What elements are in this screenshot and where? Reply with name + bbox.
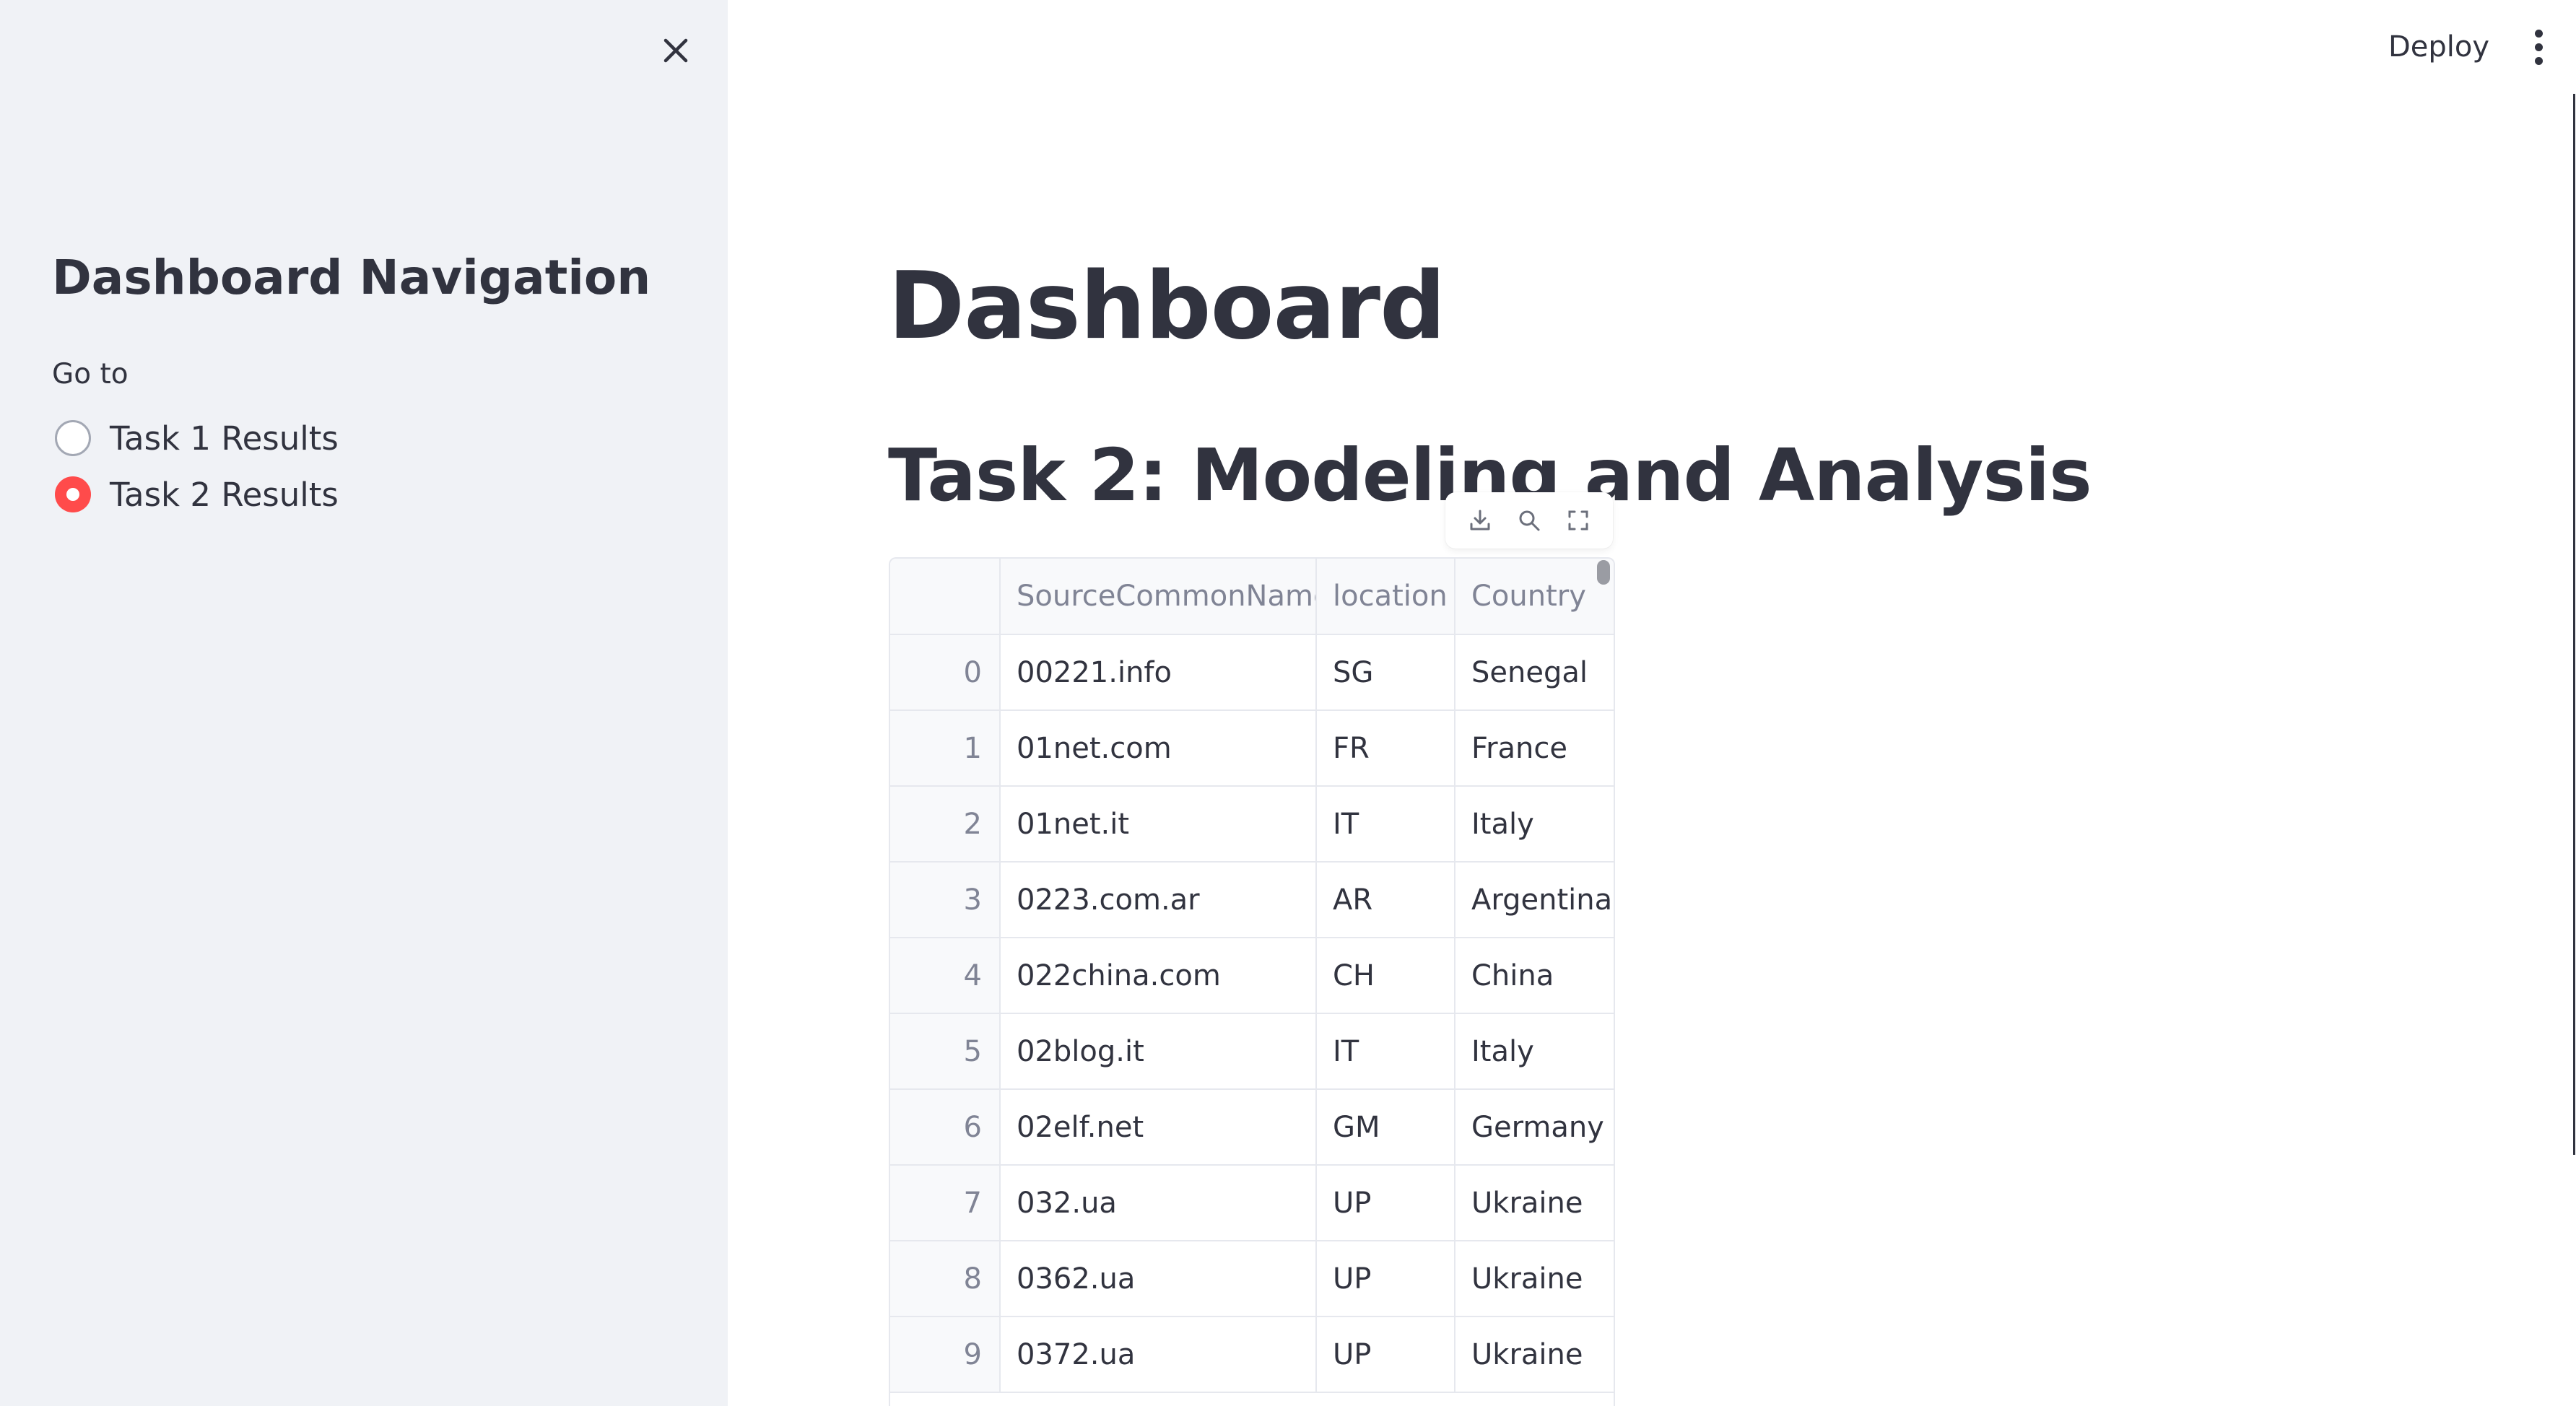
table-row[interactable]: 0 00221.info SG Senegal — [890, 634, 1614, 711]
radio-option-label: Task 2 Results — [110, 475, 339, 514]
row-index-cell[interactable]: 1 — [890, 710, 1001, 787]
location-cell[interactable]: UP — [1316, 1165, 1455, 1241]
country-cell[interactable]: Ukraine — [1455, 1165, 1614, 1241]
search-button[interactable] — [1508, 499, 1550, 541]
source-cell[interactable]: 02blog.it — [1000, 1013, 1317, 1090]
fullscreen-button[interactable] — [1557, 499, 1599, 541]
page-title: Dashboard — [888, 253, 1446, 360]
radio-option-label: Task 1 Results — [110, 419, 339, 458]
location-cell[interactable]: FR — [1316, 710, 1455, 787]
location-cell[interactable]: IT — [1316, 1013, 1455, 1090]
dataframe-table: SourceCommonName location Country 0 00221… — [890, 559, 1614, 1393]
source-cell[interactable]: 0372.ua — [1000, 1317, 1317, 1393]
table-row[interactable]: 3 0223.com.ar AR Argentina — [890, 862, 1614, 938]
table-row[interactable]: 7 032.ua UP Ukraine — [890, 1165, 1614, 1241]
country-cell[interactable]: Ukraine — [1455, 1317, 1614, 1393]
source-cell[interactable]: 032.ua — [1000, 1165, 1317, 1241]
country-cell[interactable]: Italy — [1455, 786, 1614, 863]
app-root: Dashboard Navigation Go to Task 1 Result… — [0, 0, 2576, 1406]
country-cell[interactable]: Senegal — [1455, 634, 1614, 711]
country-cell[interactable]: Argentina — [1455, 862, 1614, 938]
more-vertical-icon — [2534, 29, 2543, 38]
location-cell[interactable]: AR — [1316, 862, 1455, 938]
source-cell[interactable]: 00221.info — [1000, 634, 1317, 711]
row-index-cell[interactable]: 3 — [890, 862, 1001, 938]
table-row[interactable]: 2 01net.it IT Italy — [890, 786, 1614, 863]
row-index-cell[interactable]: 8 — [890, 1241, 1001, 1317]
deploy-button[interactable]: Deploy — [2375, 22, 2502, 72]
country-cell[interactable]: Germany — [1455, 1089, 1614, 1166]
table-row[interactable]: 5 02blog.it IT Italy — [890, 1013, 1614, 1090]
source-cell[interactable]: 02elf.net — [1000, 1089, 1317, 1166]
country-cell[interactable]: Ukraine — [1455, 1241, 1614, 1317]
source-cell[interactable]: 0223.com.ar — [1000, 862, 1317, 938]
search-icon — [1519, 510, 1540, 531]
radio-button-checked[interactable] — [55, 476, 91, 512]
radio-option-task-2[interactable]: Task 2 Results — [55, 469, 339, 520]
sidebar-title: Dashboard Navigation — [52, 250, 651, 305]
row-index-cell[interactable]: 7 — [890, 1165, 1001, 1241]
radio-button-unchecked[interactable] — [55, 420, 91, 456]
column-header-source[interactable]: SourceCommonName — [1000, 559, 1317, 635]
country-cell[interactable]: Italy — [1455, 1013, 1614, 1090]
row-index-cell[interactable]: 5 — [890, 1013, 1001, 1090]
row-index-cell[interactable]: 2 — [890, 786, 1001, 863]
close-icon — [663, 38, 688, 63]
source-cell[interactable]: 022china.com — [1000, 938, 1317, 1014]
column-header-country[interactable]: Country — [1455, 559, 1614, 635]
location-cell[interactable]: CH — [1316, 938, 1455, 1014]
source-cell[interactable]: 01net.com — [1000, 710, 1317, 787]
dataframe-toolbar — [1445, 492, 1613, 549]
radio-group-label: Go to — [52, 358, 129, 390]
location-cell[interactable]: UP — [1316, 1241, 1455, 1317]
table-row[interactable]: 9 0372.ua UP Ukraine — [890, 1317, 1614, 1393]
dataframe[interactable]: SourceCommonName location Country 0 00221… — [889, 557, 1615, 1406]
location-cell[interactable]: IT — [1316, 786, 1455, 863]
page-scrollbar[interactable] — [2573, 94, 2575, 1155]
row-index-cell[interactable]: 6 — [890, 1089, 1001, 1166]
source-cell[interactable]: 01net.it — [1000, 786, 1317, 863]
table-row[interactable]: 1 01net.com FR France — [890, 710, 1614, 787]
source-cell[interactable]: 0362.ua — [1000, 1241, 1317, 1317]
row-index-cell[interactable]: 9 — [890, 1317, 1001, 1393]
row-index-cell[interactable]: 0 — [890, 634, 1001, 711]
location-cell[interactable]: SG — [1316, 634, 1455, 711]
country-cell[interactable]: France — [1455, 710, 1614, 787]
row-index-cell[interactable]: 4 — [890, 938, 1001, 1014]
table-header-row: SourceCommonName location Country — [890, 559, 1614, 635]
column-header-index[interactable] — [890, 559, 1001, 635]
table-row[interactable]: 6 02elf.net GM Germany — [890, 1089, 1614, 1166]
column-header-location[interactable]: location — [1316, 559, 1455, 635]
country-cell[interactable]: China — [1455, 938, 1614, 1014]
download-button[interactable] — [1459, 499, 1501, 541]
main-menu-button[interactable] — [2518, 22, 2559, 72]
radio-option-task-1[interactable]: Task 1 Results — [55, 413, 339, 463]
close-sidebar-button[interactable] — [653, 27, 699, 74]
table-row[interactable]: 4 022china.com CH China — [890, 938, 1614, 1014]
table-row[interactable]: 8 0362.ua UP Ukraine — [890, 1241, 1614, 1317]
location-cell[interactable]: UP — [1316, 1317, 1455, 1393]
location-cell[interactable]: GM — [1316, 1089, 1455, 1166]
download-icon — [1470, 510, 1490, 530]
sidebar: Dashboard Navigation Go to Task 1 Result… — [0, 0, 728, 1406]
dataframe-scrollbar[interactable] — [1597, 560, 1610, 585]
fullscreen-icon — [1568, 510, 1588, 530]
